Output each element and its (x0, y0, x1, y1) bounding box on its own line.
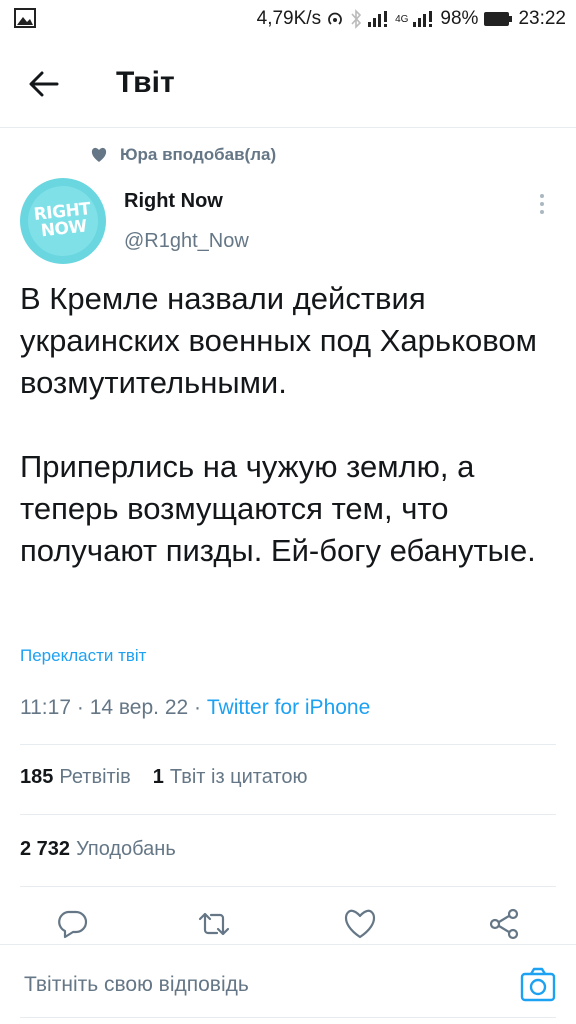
battery-icon (484, 12, 513, 26)
clock: 23:22 (518, 8, 566, 29)
stats-row: 185 Ретвітів 1 Твіт із цитатою (20, 766, 308, 789)
reply-icon (58, 910, 88, 939)
meta-separator: · (76, 696, 84, 719)
more-dot-icon (540, 202, 544, 206)
heart-icon (91, 147, 107, 162)
social-context[interactable]: Юра вподобав(ла) (90, 145, 276, 165)
tweet-text: В Кремле назвали действия украинских вое… (20, 281, 537, 568)
signal-icon-2 (413, 11, 433, 27)
quotes-label: Твіт із цитатою (169, 766, 308, 788)
status-bar: 4,79K/s 4G 98% 23:22 (0, 0, 576, 38)
divider (20, 744, 556, 745)
arrow-left-icon (29, 71, 59, 97)
network-type-label: 4G (395, 13, 409, 25)
retweet-icon (198, 912, 230, 936)
battery-percent: 98% (440, 8, 479, 29)
reply-underline (20, 1017, 556, 1018)
retweet-button[interactable] (196, 906, 232, 942)
likes-stat[interactable]: 2 732 Уподобань (20, 838, 176, 861)
hotspot-icon (328, 12, 342, 25)
like-button[interactable] (342, 906, 378, 942)
image-notification-icon (14, 8, 36, 28)
top-app-bar: Твіт (0, 38, 576, 128)
tweet-time: 11:17 (20, 696, 71, 719)
retweets-label: Ретвітів (59, 766, 131, 788)
signal-icon (368, 11, 388, 27)
quotes-count: 1 (152, 766, 164, 788)
divider (20, 886, 556, 887)
tweet-source-link[interactable]: Twitter for iPhone (207, 696, 370, 719)
tweet-meta: 11:17 · 14 вер. 22 · Twitter for iPhone (20, 696, 370, 720)
retweets-stat[interactable]: 185 Ретвітів (20, 766, 131, 789)
bluetooth-icon (351, 9, 362, 29)
more-dot-icon (540, 194, 544, 198)
network-speed: 4,79K/s (256, 8, 322, 29)
back-button[interactable] (22, 62, 66, 106)
meta-separator: · (194, 696, 202, 719)
more-dot-icon (540, 210, 544, 214)
avatar[interactable]: RIGHT NOW (20, 178, 106, 264)
reply-input[interactable]: Твітніть свою відповідь (24, 973, 249, 997)
quotes-stat[interactable]: 1 Твіт із цитатою (153, 766, 308, 789)
camera-icon (520, 967, 556, 1002)
page-title: Твіт (116, 66, 175, 99)
likes-count: 2 732 (20, 838, 71, 860)
retweets-count: 185 (20, 766, 54, 788)
reply-button[interactable] (54, 906, 90, 942)
camera-button[interactable] (518, 965, 558, 1005)
heart-outline-icon (344, 909, 376, 939)
divider (20, 814, 556, 815)
share-button[interactable] (486, 906, 522, 942)
share-icon (489, 908, 519, 940)
tweet-date: 14 вер. 22 (89, 696, 189, 719)
reply-composer-bar: Твітніть свою відповідь (0, 944, 576, 1024)
author-name[interactable]: Right Now (124, 190, 223, 213)
more-options-button[interactable] (530, 190, 554, 218)
avatar-text-2: NOW (39, 216, 88, 242)
likes-label: Уподобань (76, 838, 176, 860)
translate-tweet-link[interactable]: Перекласти твіт (20, 646, 146, 666)
tweet-actions (0, 900, 576, 948)
author-handle[interactable]: @R1ght_Now (124, 230, 249, 253)
social-context-text: Юра вподобав(ла) (120, 145, 277, 164)
